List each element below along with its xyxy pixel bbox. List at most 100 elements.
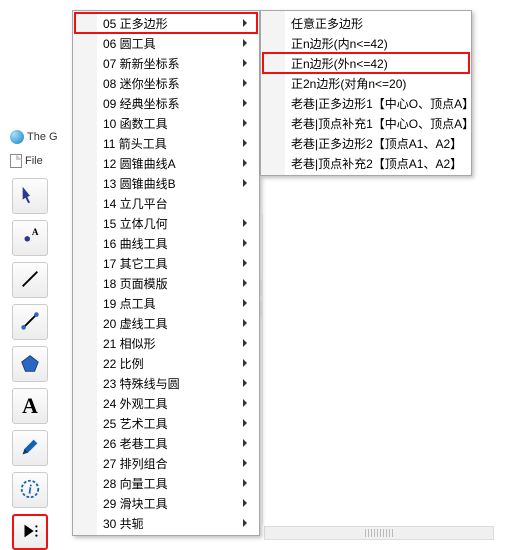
primary-menu-item[interactable]: 14 立几平台 <box>75 193 257 213</box>
secondary-menu-item[interactable]: 任意正多边形 <box>263 13 469 33</box>
line-tool[interactable] <box>12 262 48 298</box>
primary-menu-item[interactable]: 25 艺术工具 <box>75 413 257 433</box>
primary-menu-item[interactable]: 08 迷你坐标系 <box>75 73 257 93</box>
primary-menu-item[interactable]: 22 比例 <box>75 353 257 373</box>
primary-menu-item[interactable]: 19 点工具 <box>75 293 257 313</box>
file-menu-fragment[interactable]: File <box>10 152 43 170</box>
polygon-icon <box>19 352 41 377</box>
menu-item-label: 05 正多边形 <box>103 15 168 32</box>
horizontal-scrollbar[interactable] <box>264 526 494 540</box>
segment-icon <box>19 310 41 335</box>
menu-item-label: 23 特殊线与圆 <box>103 375 180 392</box>
primary-menu-item[interactable]: 26 老巷工具 <box>75 433 257 453</box>
primary-menu-item[interactable]: 05 正多边形 <box>75 13 257 33</box>
pen-tool[interactable] <box>12 430 48 466</box>
primary-menu-item[interactable]: 21 相似形 <box>75 333 257 353</box>
secondary-menu-item[interactable]: 老巷|正多边形2【顶点A1、A2】 <box>263 133 469 153</box>
menu-item-label: 13 圆锥曲线B <box>103 175 176 192</box>
menu-item-label: 12 圆锥曲线A <box>103 155 176 172</box>
menu-item-label: 正n边形(外n<=42) <box>291 55 388 72</box>
menu-item-label: 老巷|正多边形1【中心O、顶点A】 <box>291 95 474 112</box>
primary-menu-item[interactable]: 12 圆锥曲线A <box>75 153 257 173</box>
menu-item-label: 正n边形(内n<=42) <box>291 35 388 52</box>
primary-menu-item[interactable]: 15 立体几何 <box>75 213 257 233</box>
pen-icon <box>19 436 41 461</box>
info-tool[interactable]: i <box>12 472 48 508</box>
menu-item-label: 14 立几平台 <box>103 195 168 212</box>
menu-item-label: 18 页面模版 <box>103 275 168 292</box>
primary-menu-item[interactable]: 07 新新坐标系 <box>75 53 257 73</box>
polygon-submenu[interactable]: 任意正多边形正n边形(内n<=42) 正n边形(外n<=42) 正2n边形(对角n<… <box>260 10 472 176</box>
dot-a-icon: A <box>19 226 41 251</box>
menu-item-label: 19 点工具 <box>103 295 156 312</box>
move-tool[interactable] <box>12 178 48 214</box>
menu-item-label: 28 向量工具 <box>103 475 168 492</box>
menu-item-label: 老巷|正多边形2【顶点A1、A2】 <box>291 135 462 152</box>
primary-menu-item[interactable]: 18 页面模版 <box>75 273 257 293</box>
secondary-menu-item[interactable]: 老巷|顶点补充2【顶点A1、A2】 <box>263 153 469 173</box>
left-strip: The G File A Ai <box>0 0 60 544</box>
info-icon: i <box>19 478 41 503</box>
primary-menu-item[interactable]: 11 箭头工具 <box>75 133 257 153</box>
primary-menu-item[interactable]: 28 向量工具 <box>75 473 257 493</box>
secondary-menu-item[interactable]: 正n边形(内n<=42) <box>263 33 469 53</box>
text-tool[interactable]: A <box>12 388 48 424</box>
segment-tool[interactable] <box>12 304 48 340</box>
secondary-menu-item[interactable]: 老巷|顶点补充1【中心O、顶点A】 <box>263 113 469 133</box>
menu-item-label: 06 圆工具 <box>103 35 156 52</box>
polygon-tool[interactable] <box>12 346 48 382</box>
menu-item-label: 24 外观工具 <box>103 395 168 412</box>
menu-item-label: 27 排列组合 <box>103 455 168 472</box>
primary-menu-item[interactable]: 30 共轭 <box>75 513 257 533</box>
primary-menu-item[interactable]: 10 函数工具 <box>75 113 257 133</box>
svg-text:i: i <box>28 482 32 496</box>
menu-item-label: 26 老巷工具 <box>103 435 168 452</box>
menu-item-label: 老巷|顶点补充2【顶点A1、A2】 <box>291 155 462 172</box>
menu-item-label: 任意正多边形 <box>291 15 363 32</box>
primary-menu-item[interactable]: 16 曲线工具 <box>75 233 257 253</box>
menu-item-label: 20 虚线工具 <box>103 315 168 332</box>
arrow-icon <box>19 184 41 209</box>
primary-menu-item[interactable]: 29 滑块工具 <box>75 493 257 513</box>
menu-item-label: 10 函数工具 <box>103 115 168 132</box>
secondary-menu-item[interactable]: 正n边形(外n<=42) <box>263 53 469 73</box>
file-menu-label: File <box>25 155 43 167</box>
point-tool[interactable]: A <box>12 220 48 256</box>
menu-item-label: 09 经典坐标系 <box>103 95 180 112</box>
menu-item-label: 07 新新坐标系 <box>103 55 180 72</box>
menu-item-label: 29 滑块工具 <box>103 495 168 512</box>
menu-item-label: 16 曲线工具 <box>103 235 168 252</box>
menu-item-label: 22 比例 <box>103 355 144 372</box>
menu-item-label: 25 艺术工具 <box>103 415 168 432</box>
menu-item-label: 15 立体几何 <box>103 215 168 232</box>
window-title-text: The G <box>27 131 58 143</box>
primary-menu-item[interactable]: 09 经典坐标系 <box>75 93 257 113</box>
letter-a-icon: A <box>22 393 38 419</box>
primary-menu-item[interactable]: 24 外观工具 <box>75 393 257 413</box>
window-title-fragment: The G <box>10 128 58 146</box>
menu-item-label: 21 相似形 <box>103 335 156 352</box>
menu-item-label: 30 共轭 <box>103 515 144 532</box>
canvas-area[interactable] <box>262 214 502 524</box>
menu-item-label: 08 迷你坐标系 <box>103 75 180 92</box>
line-icon <box>19 268 41 293</box>
menu-item-label: 老巷|顶点补充1【中心O、顶点A】 <box>291 115 474 132</box>
svg-text:A: A <box>32 227 39 237</box>
secondary-menu-item[interactable]: 老巷|正多边形1【中心O、顶点A】 <box>263 93 469 113</box>
play-tool[interactable] <box>12 514 48 550</box>
primary-menu-item[interactable]: 17 其它工具 <box>75 253 257 273</box>
primary-menu-item[interactable]: 06 圆工具 <box>75 33 257 53</box>
primary-menu-item[interactable]: 23 特殊线与圆 <box>75 373 257 393</box>
menu-item-label: 17 其它工具 <box>103 255 168 272</box>
vertical-toolbar: A Ai <box>12 178 52 550</box>
primary-menu-item[interactable]: 20 虚线工具 <box>75 313 257 333</box>
app-icon <box>10 130 24 144</box>
primary-menu-item[interactable]: 27 排列组合 <box>75 453 257 473</box>
secondary-menu-item[interactable]: 正2n边形(对角n<=20) <box>263 73 469 93</box>
tools-submenu[interactable]: 05 正多边形 06 圆工具 07 新新坐标系 08 迷你坐标系 09 经典坐标系 10 … <box>72 10 260 536</box>
menu-item-label: 正2n边形(对角n<=20) <box>291 75 406 92</box>
play-icon <box>19 520 41 545</box>
document-icon <box>10 154 22 168</box>
menu-item-label: 11 箭头工具 <box>103 135 167 152</box>
primary-menu-item[interactable]: 13 圆锥曲线B <box>75 173 257 193</box>
